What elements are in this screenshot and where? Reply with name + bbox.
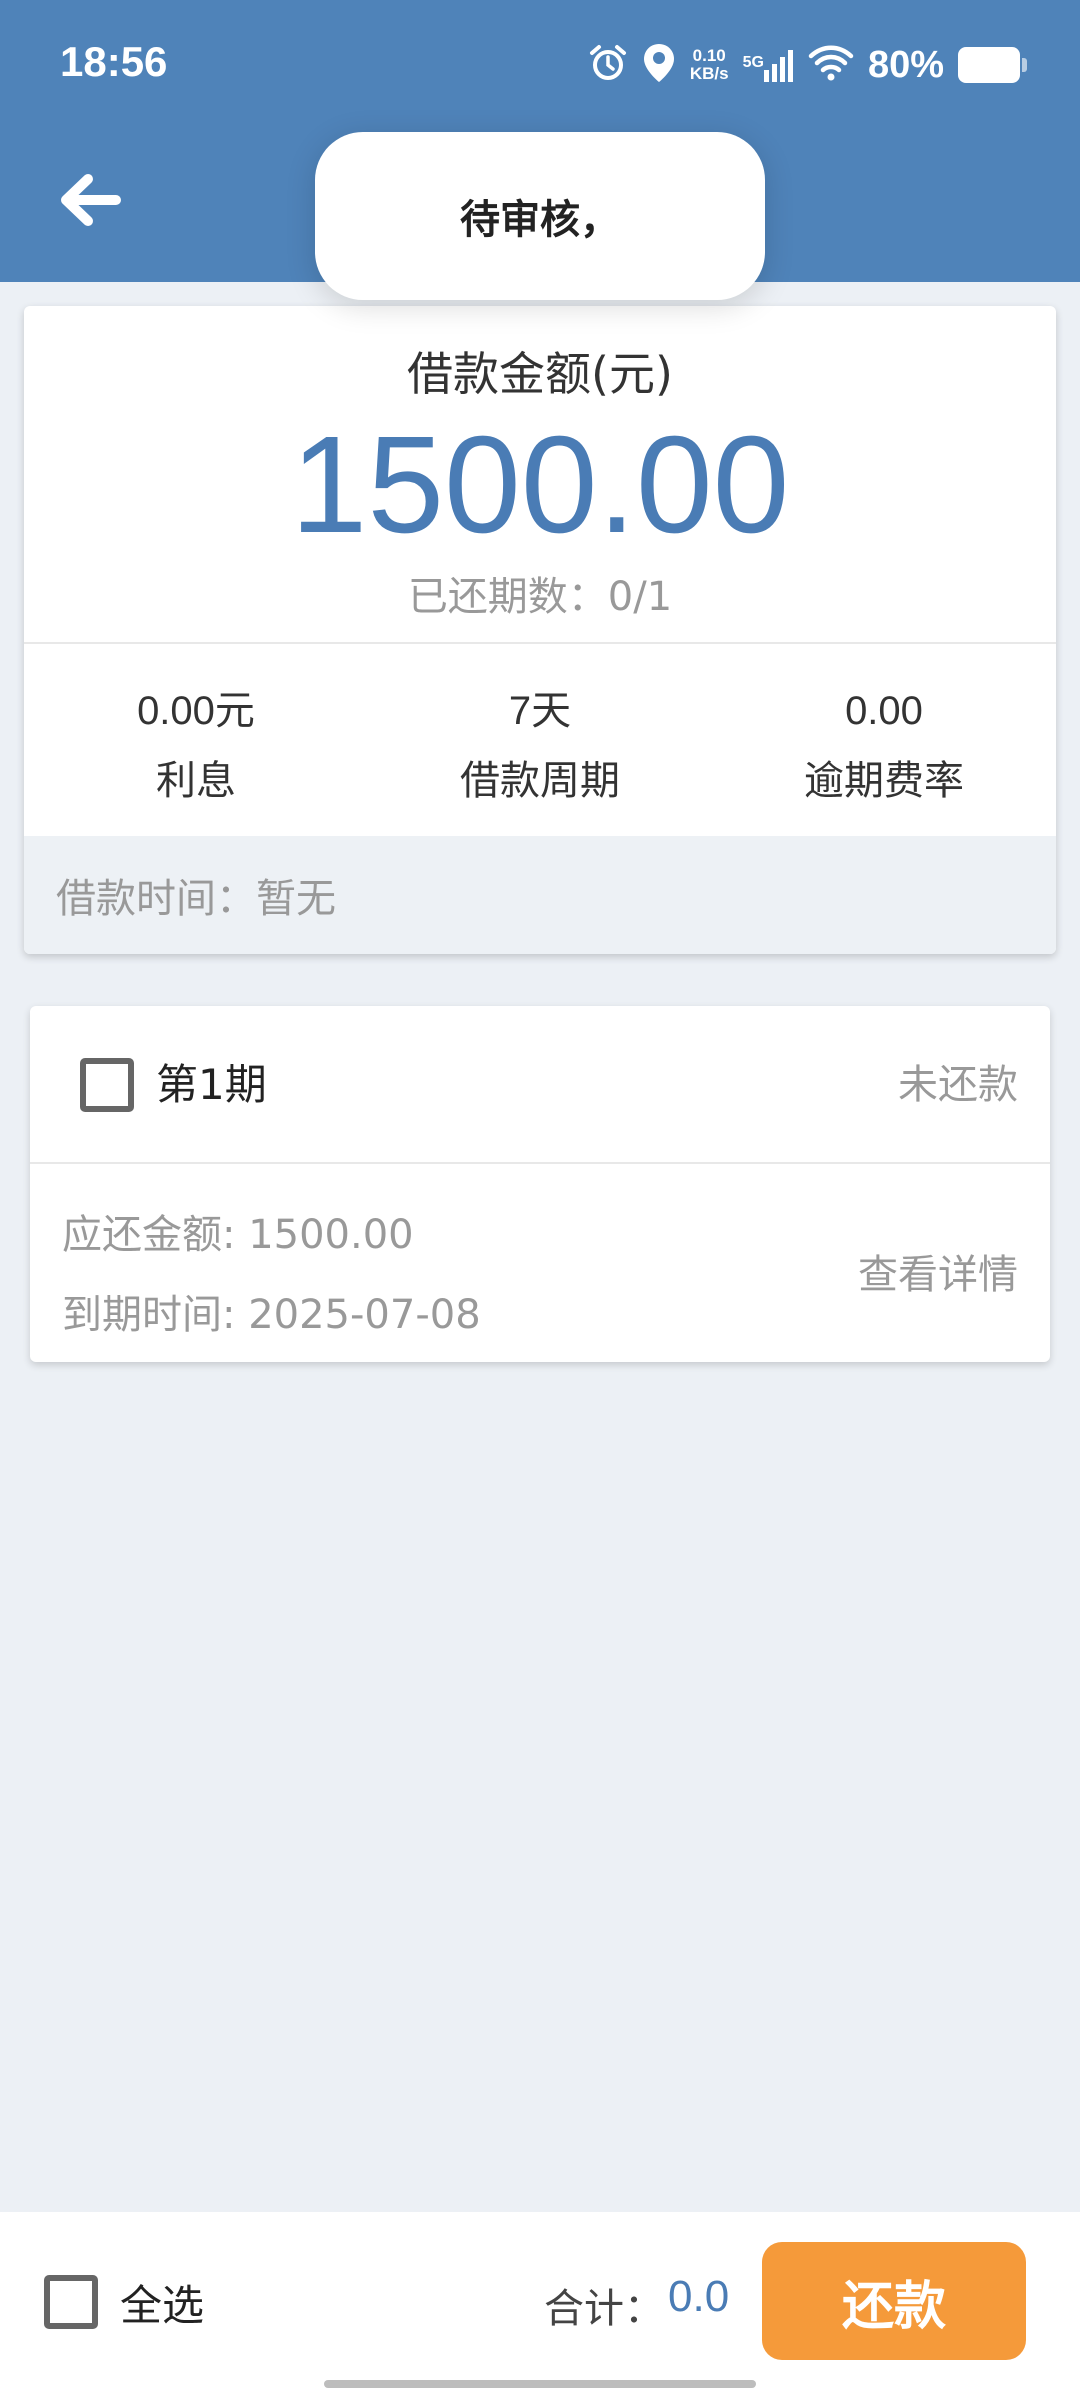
loan-summary-card: 借款金额(元) 1500.00 已还期数：0/1 0.00元 利息 7天 借款周… (24, 306, 1056, 954)
installment-title: 第1期 (156, 1060, 267, 1109)
installment-amount: 应还金额: 1500.00 (62, 1212, 414, 1258)
stat-value: 0.00 (845, 689, 923, 733)
installment-status: 未还款 (898, 1062, 1018, 1108)
stat-period: 7天 借款周期 (368, 676, 712, 826)
net-speed-unit: KB/s (689, 64, 729, 83)
signal-icon: 5G (743, 48, 794, 82)
installment-due-date: 到期时间: 2025-07-08 (62, 1292, 481, 1338)
back-button[interactable] (50, 160, 130, 240)
status-icons: 0.10 KB/s 5G 80% (588, 40, 1027, 90)
select-all-checkbox[interactable] (44, 2275, 98, 2329)
view-details-link[interactable]: 查看详情 (858, 1242, 1018, 1300)
divider (24, 642, 1056, 644)
net-speed-value: 0.10 (692, 46, 726, 65)
wifi-icon (808, 44, 854, 86)
net-speed: 0.10 KB/s (690, 47, 729, 83)
home-indicator[interactable] (324, 2380, 756, 2388)
stat-overdue-rate: 0.00 逾期费率 (712, 676, 1056, 826)
installment-card: 第1期 未还款 应还金额: 1500.00 到期时间: 2025-07-08 查… (30, 1006, 1050, 1362)
stat-label: 借款周期 (460, 758, 620, 804)
total-value: 0.0 (668, 2272, 730, 2321)
stat-value: 0.00元 (137, 689, 255, 733)
battery-percent: 80% (867, 43, 944, 86)
stat-label: 利息 (156, 758, 236, 804)
stat-value: 7天 (508, 689, 572, 733)
battery-icon (958, 47, 1027, 83)
loan-stats: 0.00元 利息 7天 借款周期 0.00 逾期费率 (24, 676, 1056, 826)
arrow-left-icon (61, 174, 121, 226)
bottom-bar: 全选 合计： 0.0 还款 (0, 2212, 1080, 2392)
amount-value: 1500.00 (290, 408, 790, 562)
repay-button[interactable]: 还款 (762, 2242, 1026, 2360)
location-icon (642, 42, 676, 88)
network-type: 5G (742, 54, 764, 71)
periods-paid: 已还期数：0/1 (407, 574, 673, 620)
installment-checkbox[interactable] (80, 1058, 134, 1112)
stat-label: 逾期费率 (804, 758, 964, 804)
stat-interest: 0.00元 利息 (24, 676, 368, 826)
loan-time: 借款时间：暂无 (24, 836, 1056, 954)
alarm-icon (588, 43, 628, 87)
installment-header: 第1期 未还款 (30, 1006, 1050, 1164)
amount-label: 借款金额(元) (407, 347, 673, 401)
total-label: 合计： (544, 2286, 664, 2332)
toast-message: 待审核， (315, 132, 765, 300)
status-time: 18:56 (60, 38, 168, 85)
select-all-label[interactable]: 全选 (120, 2272, 204, 2333)
